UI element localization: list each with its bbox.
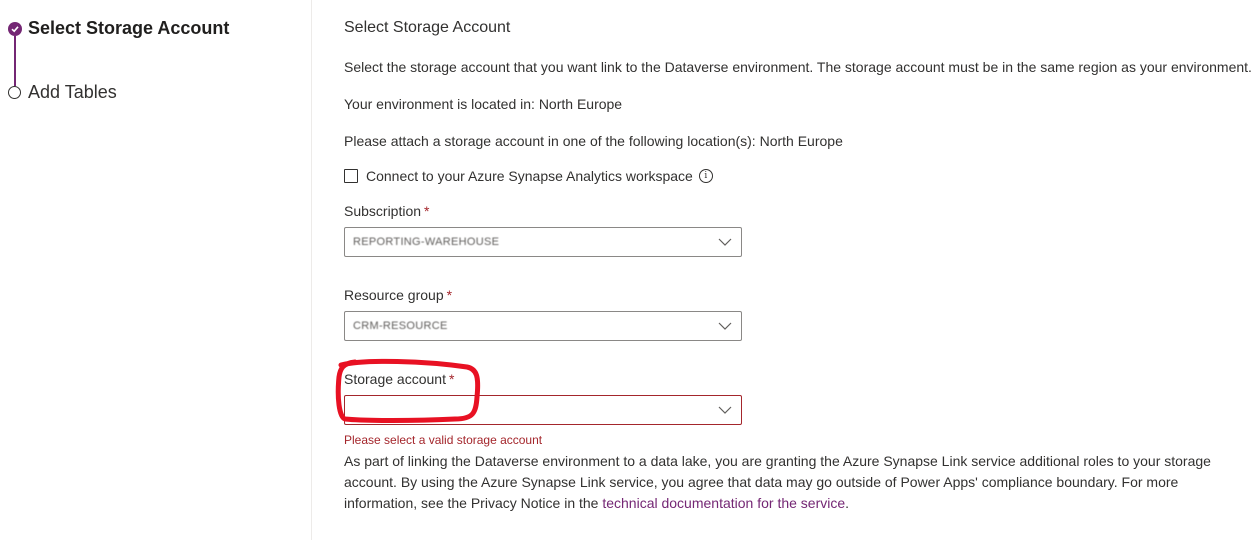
chevron-down-icon xyxy=(718,406,732,414)
resource-group-dropdown[interactable]: CRM-RESOURCE xyxy=(344,311,742,341)
chevron-down-icon xyxy=(718,322,732,330)
subscription-label-text: Subscription xyxy=(344,203,422,219)
subscription-label: Subscription * xyxy=(344,203,430,219)
synapse-checkbox-label: Connect to your Azure Synapse Analytics … xyxy=(366,168,693,184)
storage-account-label-text: Storage account xyxy=(344,371,446,387)
wizard-stepper: Select Storage Account Add Tables xyxy=(0,0,312,540)
attach-location-text: Please attach a storage account in one o… xyxy=(344,133,843,149)
resource-group-value: CRM-RESOURCE xyxy=(353,320,448,332)
storage-account-label: Storage account * xyxy=(344,371,454,387)
required-mark: * xyxy=(424,203,430,219)
synapse-checkbox-row[interactable]: Connect to your Azure Synapse Analytics … xyxy=(344,168,713,184)
step-pending-icon xyxy=(8,86,21,99)
resource-group-label: Resource group * xyxy=(344,287,452,303)
step-select-storage-account[interactable]: Select Storage Account xyxy=(28,18,229,39)
step-add-tables[interactable]: Add Tables xyxy=(28,82,117,103)
required-mark: * xyxy=(446,287,453,303)
notice-end: . xyxy=(845,495,850,511)
storage-account-dropdown[interactable] xyxy=(344,395,742,425)
synapse-checkbox[interactable] xyxy=(344,169,358,183)
required-mark: * xyxy=(448,371,455,387)
environment-location-text: Your environment is located in: North Eu… xyxy=(344,96,623,112)
info-icon[interactable]: i xyxy=(698,169,713,183)
subscription-dropdown[interactable]: REPORTING-WAREHOUSE xyxy=(344,227,742,257)
resource-group-label-text: Resource group xyxy=(344,287,444,303)
storage-account-error: Please select a valid storage account xyxy=(344,433,543,447)
page-title: Select Storage Account xyxy=(344,19,511,36)
intro-text: Select the storage account that you want… xyxy=(344,59,1252,75)
step-connector xyxy=(14,36,16,86)
step-complete-icon xyxy=(8,22,22,36)
technical-documentation-link[interactable]: technical documentation for the service xyxy=(602,495,845,511)
subscription-value: REPORTING-WAREHOUSE xyxy=(353,236,500,248)
privacy-notice: As part of linking the Dataverse environ… xyxy=(344,451,1249,514)
chevron-down-icon xyxy=(718,238,732,246)
